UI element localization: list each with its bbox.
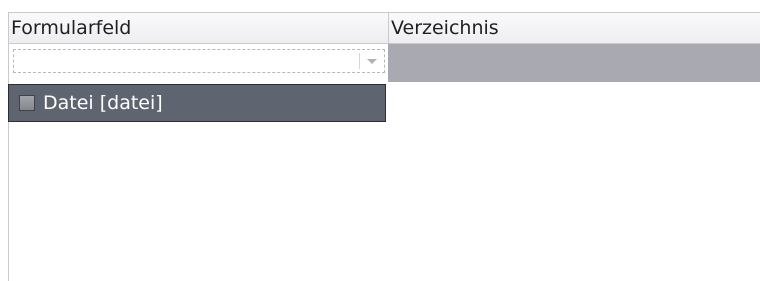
filter-cell-verzeichnis [388,44,760,82]
field-mapping-panel: Formularfeld Verzeichnis Datei [datei] [0,0,760,281]
column-header-formularfeld[interactable]: Formularfeld [8,13,389,43]
dropdown-separator [359,53,360,69]
list-item-datei[interactable]: Datei [datei] [8,84,386,122]
column-header-verzeichnis[interactable]: Verzeichnis [388,13,760,43]
table-header: Formularfeld Verzeichnis [8,12,760,44]
filter-row [8,44,760,82]
chevron-down-icon[interactable] [367,59,377,64]
list-item-label: Datei [datei] [43,92,163,114]
checkbox-icon[interactable] [19,95,35,111]
formularfeld-filter-dropdown[interactable] [13,49,385,73]
filter-cell-formularfeld [8,44,388,82]
